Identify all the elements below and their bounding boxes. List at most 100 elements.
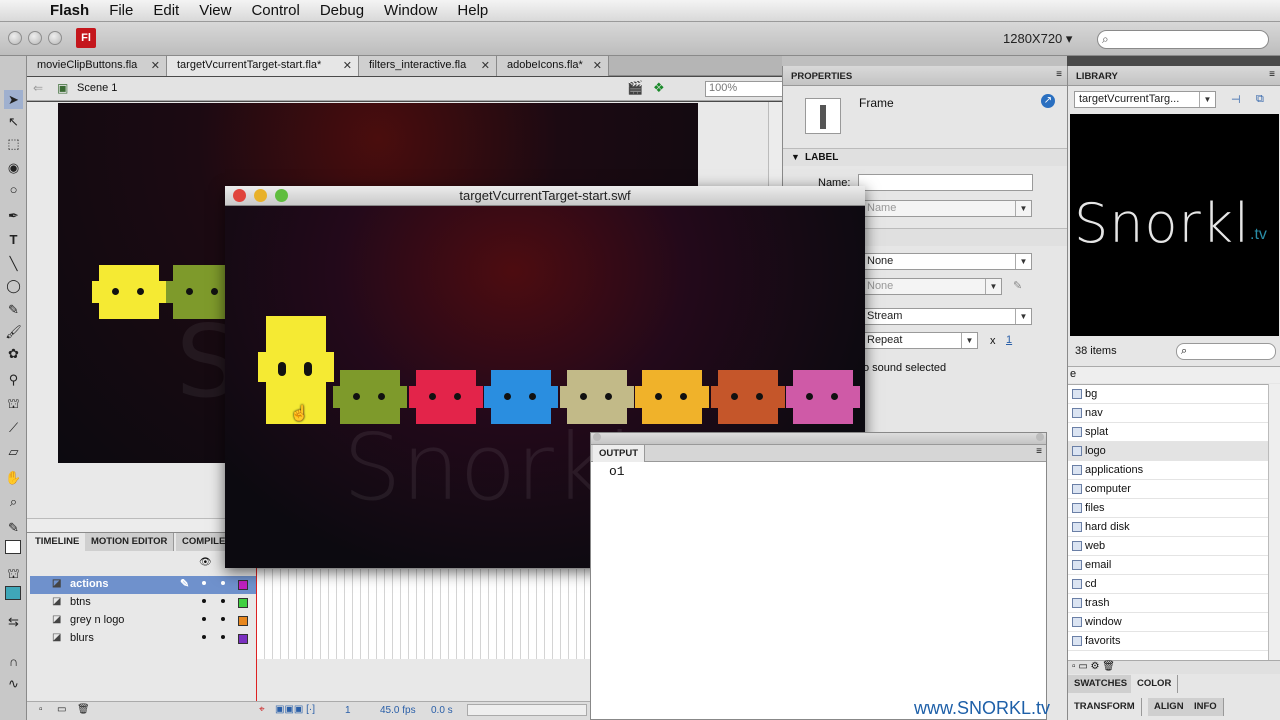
menu-help[interactable]: Help — [447, 2, 498, 19]
tab-output[interactable]: OUTPUT — [593, 445, 646, 462]
collapse-panel-icon[interactable] — [1036, 433, 1044, 441]
layer-grey-n-logo[interactable]: ◪ grey n logo — [30, 612, 257, 630]
layer-blurs[interactable]: ◪ blurs — [30, 630, 257, 648]
edit-symbols-icon[interactable]: ❖ — [653, 80, 665, 96]
tab-motion-editor[interactable]: MOTION EDITOR — [85, 533, 175, 551]
fill-color-icon[interactable]: ⛫ — [4, 564, 23, 583]
tab-color[interactable]: COLOR — [1131, 675, 1179, 693]
snap-to-objects-icon[interactable]: ∩ — [4, 652, 23, 671]
swap-colors-icon[interactable]: ⇆ — [4, 612, 23, 631]
library-item[interactable]: nav — [1068, 404, 1268, 423]
eyedropper-tool-icon[interactable]: ⟋ — [4, 418, 23, 437]
library-item[interactable]: web — [1068, 537, 1268, 556]
label-section-header[interactable]: ▼ LABEL — [783, 148, 1068, 166]
sync-dropdown[interactable]: Stream ▼ — [862, 308, 1032, 325]
library-item[interactable]: logo — [1068, 442, 1268, 461]
edit-scene-icon[interactable]: 🎬 — [627, 80, 643, 96]
stroke-swatch[interactable] — [5, 540, 21, 554]
close-tab-icon[interactable]: ✕ — [343, 59, 352, 72]
library-search-input[interactable]: ⌕ — [1176, 343, 1276, 360]
library-item[interactable]: favorits — [1068, 632, 1268, 651]
close-tab-icon[interactable]: ✕ — [593, 59, 602, 72]
oval-tool-icon[interactable]: ◯ — [4, 276, 23, 295]
deco-tool-icon[interactable]: ✿ — [4, 344, 23, 363]
menu-app-name[interactable]: Flash — [40, 2, 99, 19]
layer-actions[interactable]: ◪ actions ✎ — [30, 576, 257, 594]
library-item[interactable]: cd — [1068, 575, 1268, 594]
library-item[interactable]: bg — [1068, 385, 1268, 404]
output-text[interactable]: o1 — [609, 464, 625, 479]
help-icon[interactable]: ↗ — [1041, 94, 1055, 108]
close-panel-icon[interactable] — [593, 433, 601, 441]
doc-tab-adobeicons[interactable]: adobeIcons.fla* ✕ — [497, 56, 609, 76]
layer-outline-color[interactable] — [238, 634, 248, 644]
workspace-size-dropdown[interactable]: 1280X720 ▾ — [1003, 31, 1072, 47]
new-library-panel-icon[interactable]: ⧉ — [1256, 93, 1264, 106]
menu-control[interactable]: Control — [241, 2, 309, 19]
pencil-tool-icon[interactable]: ✎ — [4, 300, 23, 319]
output-title-strip[interactable] — [591, 433, 1046, 445]
sound-effect-dropdown[interactable]: None ▼ — [862, 278, 1002, 295]
playhead[interactable] — [256, 568, 257, 716]
tab-info[interactable]: INFO — [1188, 698, 1224, 716]
tab-timeline[interactable]: TIMELINE — [29, 533, 87, 551]
library-vertical-scrollbar[interactable] — [1268, 384, 1280, 660]
swf-title-bar[interactable]: targetVcurrentTarget-start.swf — [225, 186, 865, 206]
pin-library-icon[interactable]: ⊣ — [1231, 93, 1241, 106]
library-item[interactable]: applications — [1068, 461, 1268, 480]
library-column-header[interactable]: e — [1068, 366, 1280, 383]
frame-rate[interactable]: 45.0 fps — [380, 705, 416, 716]
3d-rotation-tool-icon[interactable]: ◉ — [4, 158, 23, 177]
fill-swatch[interactable] — [5, 586, 21, 600]
layer-outline-color[interactable] — [238, 598, 248, 608]
onion-skin-icon[interactable]: ▣▣▣ [·] — [275, 704, 315, 715]
minimize-window-button[interactable] — [28, 31, 42, 45]
library-item[interactable]: hard disk — [1068, 518, 1268, 537]
timeline-frames[interactable] — [257, 569, 590, 659]
layer-outline-color[interactable] — [238, 580, 248, 590]
hand-tool-icon[interactable]: ✋ — [4, 468, 23, 487]
free-transform-tool-icon[interactable]: ⬚ — [4, 134, 23, 153]
close-tab-icon[interactable]: ✕ — [481, 59, 490, 72]
zoom-window-button[interactable] — [48, 31, 62, 45]
library-item[interactable]: splat — [1068, 423, 1268, 442]
subselection-tool-icon[interactable]: ↖ — [4, 112, 23, 131]
panel-menu-icon[interactable]: ≡ — [1056, 69, 1062, 80]
close-window-button[interactable] — [8, 31, 22, 45]
library-item[interactable]: email — [1068, 556, 1268, 575]
smooth-icon[interactable]: ∿ — [4, 674, 23, 693]
library-item[interactable]: files — [1068, 499, 1268, 518]
minimize-window-button[interactable] — [254, 189, 267, 202]
new-folder-icon[interactable]: ▭ — [57, 704, 66, 715]
eraser-tool-icon[interactable]: ▱ — [4, 442, 23, 461]
layer-outline-color[interactable] — [238, 616, 248, 626]
zoom-window-button[interactable] — [275, 189, 288, 202]
menu-window[interactable]: Window — [374, 2, 447, 19]
line-tool-icon[interactable]: ╲ — [4, 254, 23, 273]
library-item[interactable]: trash — [1068, 594, 1268, 613]
center-frame-icon[interactable]: ⌖ — [259, 704, 265, 715]
menu-file[interactable]: File — [99, 2, 143, 19]
tab-align[interactable]: ALIGN — [1148, 698, 1191, 716]
doc-tab-targetvcurrenttarget[interactable]: targetVcurrentTarget-start.fla* ✕ — [167, 56, 359, 76]
panel-menu-icon[interactable]: ≡ — [1036, 446, 1042, 457]
back-arrow-icon[interactable]: ⇐ — [33, 81, 43, 95]
close-tab-icon[interactable]: ✕ — [151, 59, 160, 72]
new-layer-icon[interactable]: ▫ — [39, 704, 43, 715]
paint-bucket-tool-icon[interactable]: ⛫ — [4, 394, 23, 413]
help-search-input[interactable]: ⌕ — [1097, 30, 1269, 49]
show-hide-all-icon[interactable]: 👁 — [199, 557, 212, 568]
library-footer-icons[interactable]: ▫ ▭ ⚙ 🗑 — [1072, 661, 1115, 672]
library-item[interactable]: computer — [1068, 480, 1268, 499]
tab-swatches[interactable]: SWATCHES — [1068, 675, 1135, 693]
menu-edit[interactable]: Edit — [143, 2, 189, 19]
zoom-input[interactable]: 100% — [705, 81, 783, 97]
zoom-tool-icon[interactable]: ⌕ — [4, 492, 23, 511]
panel-menu-icon[interactable]: ≡ — [1269, 69, 1275, 80]
lasso-tool-icon[interactable]: ○ — [4, 180, 23, 199]
text-tool-icon[interactable]: T — [4, 230, 23, 249]
tab-transform[interactable]: TRANSFORM — [1068, 698, 1142, 716]
bone-tool-icon[interactable]: ⚲ — [4, 370, 23, 389]
frame-name-input[interactable] — [858, 174, 1033, 191]
label-type-dropdown[interactable]: Name ▼ — [862, 200, 1032, 217]
